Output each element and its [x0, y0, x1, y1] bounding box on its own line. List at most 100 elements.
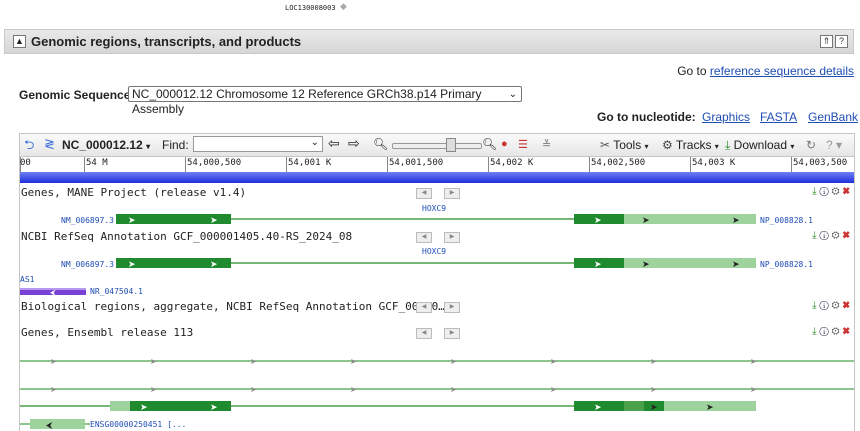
- svg-text:➤: ➤: [750, 385, 757, 394]
- download-icon: ⤓: [725, 138, 731, 152]
- pan-right-icon[interactable]: ⇨: [348, 135, 360, 152]
- svg-text:➤: ➤: [210, 259, 218, 269]
- ruler-tick: [84, 157, 85, 172]
- download-icon[interactable]: ⤓: [812, 230, 816, 241]
- gene-label[interactable]: HOXC9: [422, 247, 446, 256]
- coordinate-ruler: 00 54 M 54,000,500 54,001 K 54,001,500 5…: [20, 157, 854, 173]
- flip-strand-icon[interactable]: ≷: [44, 136, 55, 152]
- gear-icon[interactable]: ⚙: [832, 326, 840, 337]
- zoom-slider-thumb[interactable]: [446, 138, 456, 152]
- info-icon[interactable]: ⓘ: [819, 326, 828, 337]
- zoom-slider[interactable]: [392, 143, 482, 149]
- back-icon[interactable]: ⮌: [24, 136, 34, 158]
- sequence-bar[interactable]: [20, 172, 854, 183]
- ruler-tick-label: 54,000,500: [187, 158, 242, 168]
- next-feature-button[interactable]: ▶: [444, 302, 460, 313]
- svg-text:➤: ➤: [210, 402, 218, 412]
- svg-text:➤: ➤: [50, 385, 57, 394]
- info-icon[interactable]: ⓘ: [819, 300, 828, 311]
- ensembl-transcript-label[interactable]: ENSG00000250451 [...: [90, 420, 186, 429]
- collapse-tracks-icon[interactable]: ≚: [542, 138, 551, 151]
- ruler-tick-label: 54,001,500: [389, 158, 444, 168]
- svg-text:➤: ➤: [350, 357, 357, 366]
- ruler-tick: [286, 157, 287, 172]
- tracks-label: Tracks: [675, 138, 712, 152]
- find-input[interactable]: ⌄: [193, 136, 323, 152]
- remnant-label: LOC130008003: [285, 4, 336, 12]
- download-icon[interactable]: ⤓: [812, 300, 816, 311]
- refseq-transcript-graphic[interactable]: ➤ ➤ ➤ ➤ ➤: [20, 256, 854, 270]
- next-feature-button[interactable]: ▶: [444, 328, 460, 339]
- svg-text:➤: ➤: [594, 259, 602, 269]
- track-controls: ⤓ ⓘ ⚙ ✖: [812, 300, 850, 311]
- genbank-link[interactable]: GenBank: [808, 110, 858, 124]
- track-controls: ⤓ ⓘ ⚙ ✖: [812, 186, 850, 197]
- pan-left-icon[interactable]: ⇦: [328, 135, 340, 152]
- svg-text:➤: ➤: [732, 215, 740, 225]
- download-icon[interactable]: ⤓: [812, 186, 816, 197]
- ruler-tick-label: 54,003 K: [692, 158, 736, 168]
- svg-text:➤: ➤: [450, 357, 457, 366]
- svg-text:➤: ➤: [140, 402, 148, 412]
- mane-transcript-graphic[interactable]: ➤ ➤ ➤ ➤ ➤: [20, 212, 854, 226]
- next-feature-button[interactable]: ▶: [444, 232, 460, 243]
- svg-text:➤: ➤: [210, 215, 218, 225]
- track-controls: ⤓ ⓘ ⚙ ✖: [812, 230, 850, 241]
- reference-sequence-details-link[interactable]: reference sequence details: [710, 64, 854, 78]
- reload-icon[interactable]: ↻: [806, 138, 816, 152]
- ruler-tick: [488, 157, 489, 172]
- sequence-icon[interactable]: ●: [501, 138, 508, 150]
- caret-down-icon: ▾: [644, 142, 649, 151]
- tools-menu[interactable]: ✂ Tools ▾: [600, 138, 649, 152]
- ncrna-graphic[interactable]: ⮜: [20, 286, 90, 296]
- svg-text:⮜: ⮜: [46, 420, 53, 430]
- zoom-in-icon[interactable]: 🔍︎: [482, 137, 497, 151]
- close-icon[interactable]: ✖: [842, 326, 850, 337]
- download-icon[interactable]: ⤓: [812, 326, 816, 337]
- move-up-button[interactable]: ⇑: [820, 35, 833, 48]
- gear-icon[interactable]: ⚙: [832, 230, 840, 241]
- collapse-section-button[interactable]: ▲: [13, 35, 26, 48]
- ruler-tick-label: 54,003,500: [793, 158, 848, 168]
- svg-text:➤: ➤: [642, 215, 650, 225]
- gear-icon: ⚙: [662, 138, 673, 152]
- zoom-out-icon[interactable]: 🔍︎: [373, 137, 388, 151]
- close-icon[interactable]: ✖: [842, 230, 850, 241]
- help-icon[interactable]: ? ▾: [826, 138, 842, 152]
- gear-icon[interactable]: ⚙: [832, 186, 840, 197]
- caret-down-icon: ▾: [714, 142, 719, 151]
- track-title-refseq: NCBI RefSeq Annotation GCF_000001405.40-…: [21, 230, 353, 243]
- gene-label-as1[interactable]: AS1: [20, 275, 34, 284]
- close-icon[interactable]: ✖: [842, 300, 850, 311]
- sequence-viewer: ⮌ ≷ NC_000012.12 ▾ Find: ⌄ ⇦ ⇨ 🔍︎ 🔍︎ ● ☰…: [19, 133, 855, 431]
- fasta-link[interactable]: FASTA: [760, 110, 797, 124]
- ruler-tick-label: 54,002,500: [591, 158, 646, 168]
- info-icon[interactable]: ⓘ: [819, 230, 828, 241]
- genomic-sequence-select[interactable]: NC_000012.12 Chromosome 12 Reference GRC…: [128, 86, 522, 116]
- svg-text:➤: ➤: [594, 215, 602, 225]
- accession-menu[interactable]: NC_000012.12 ▾: [62, 138, 150, 152]
- markers-icon[interactable]: ☰: [518, 138, 528, 151]
- prev-feature-button[interactable]: ◀: [416, 232, 432, 243]
- svg-text:➤: ➤: [250, 385, 257, 394]
- ncrna-transcript-label[interactable]: NR_047504.1: [90, 287, 143, 296]
- ruler-tick-label: 54,001 K: [288, 158, 332, 168]
- gear-icon[interactable]: ⚙: [832, 300, 840, 311]
- svg-text:➤: ➤: [128, 259, 136, 269]
- help-button[interactable]: ?: [835, 35, 848, 48]
- caret-down-icon: ▾: [146, 142, 151, 151]
- top-remnant-gene-label: LOC130008003 ◆: [285, 0, 365, 14]
- prev-feature-button[interactable]: ◀: [416, 328, 432, 339]
- ruler-tick-label: 54,002 K: [490, 158, 534, 168]
- svg-text:⮜: ⮜: [50, 288, 56, 296]
- prev-feature-button[interactable]: ◀: [416, 188, 432, 199]
- next-feature-button[interactable]: ▶: [444, 188, 460, 199]
- prev-feature-button[interactable]: ◀: [416, 302, 432, 313]
- close-icon[interactable]: ✖: [842, 186, 850, 197]
- info-icon[interactable]: ⓘ: [819, 186, 828, 197]
- tracks-menu[interactable]: ⚙ Tracks ▾: [662, 138, 719, 152]
- svg-text:➤: ➤: [128, 215, 136, 225]
- track-title-ensembl: Genes, Ensembl release 113: [21, 326, 194, 339]
- graphics-link[interactable]: Graphics: [702, 110, 750, 124]
- download-menu[interactable]: ⤓ Download ▾: [725, 138, 794, 153]
